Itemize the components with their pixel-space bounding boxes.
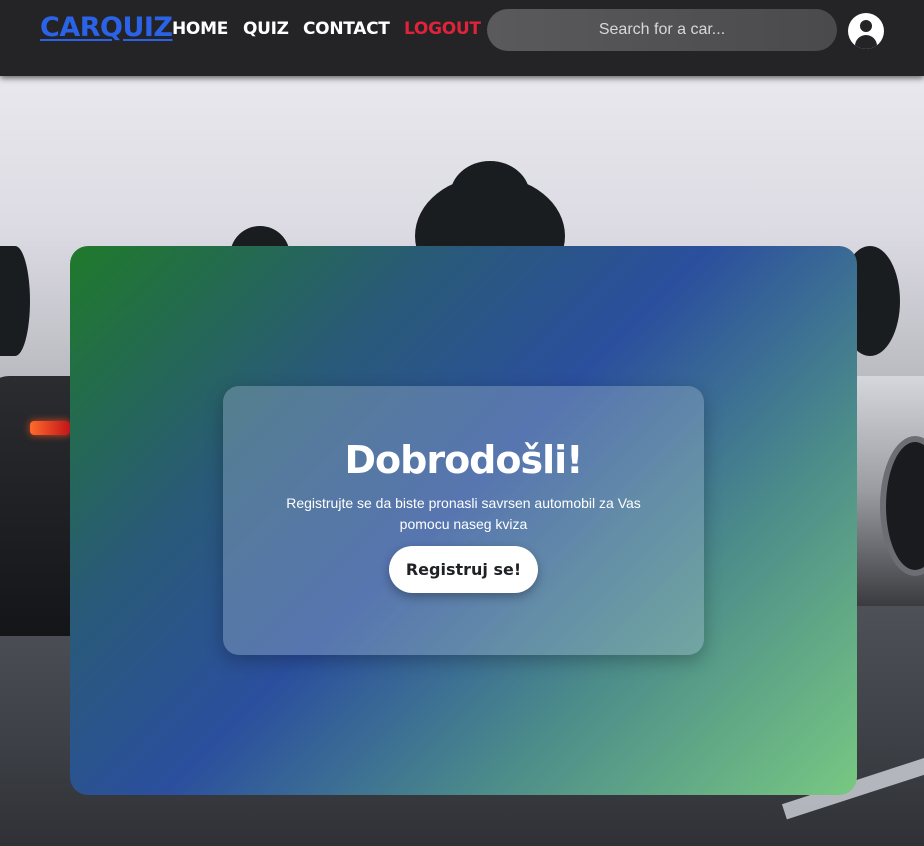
welcome-title: Dobrodošli! — [344, 438, 583, 482]
register-button[interactable]: Registruj se! — [389, 546, 538, 593]
welcome-card: Dobrodošli! Registrujte se da biste pron… — [70, 246, 857, 795]
welcome-subtitle: Registrujte se da biste pronasli savrsen… — [286, 495, 641, 532]
welcome-panel: Dobrodošli! Registrujte se da biste pron… — [223, 386, 704, 655]
search-input[interactable] — [487, 9, 837, 51]
nav-quiz-link[interactable]: QUIZ — [243, 19, 289, 39]
user-head-shape — [860, 20, 872, 32]
background-tree — [450, 161, 530, 231]
nav-logout-link[interactable]: LOGOUT — [404, 19, 481, 39]
top-navbar: CARQUIZ HOME QUIZ CONTACT LOGOUT — [0, 0, 924, 76]
car-taillight — [30, 421, 70, 435]
nav-contact-link[interactable]: CONTACT — [303, 19, 390, 39]
user-body-shape — [855, 35, 877, 49]
user-circle-icon[interactable] — [848, 13, 884, 49]
brand-logo-link[interactable]: CARQUIZ — [40, 12, 173, 43]
nav-home-link[interactable]: HOME — [172, 19, 228, 39]
background-tree — [0, 246, 30, 356]
